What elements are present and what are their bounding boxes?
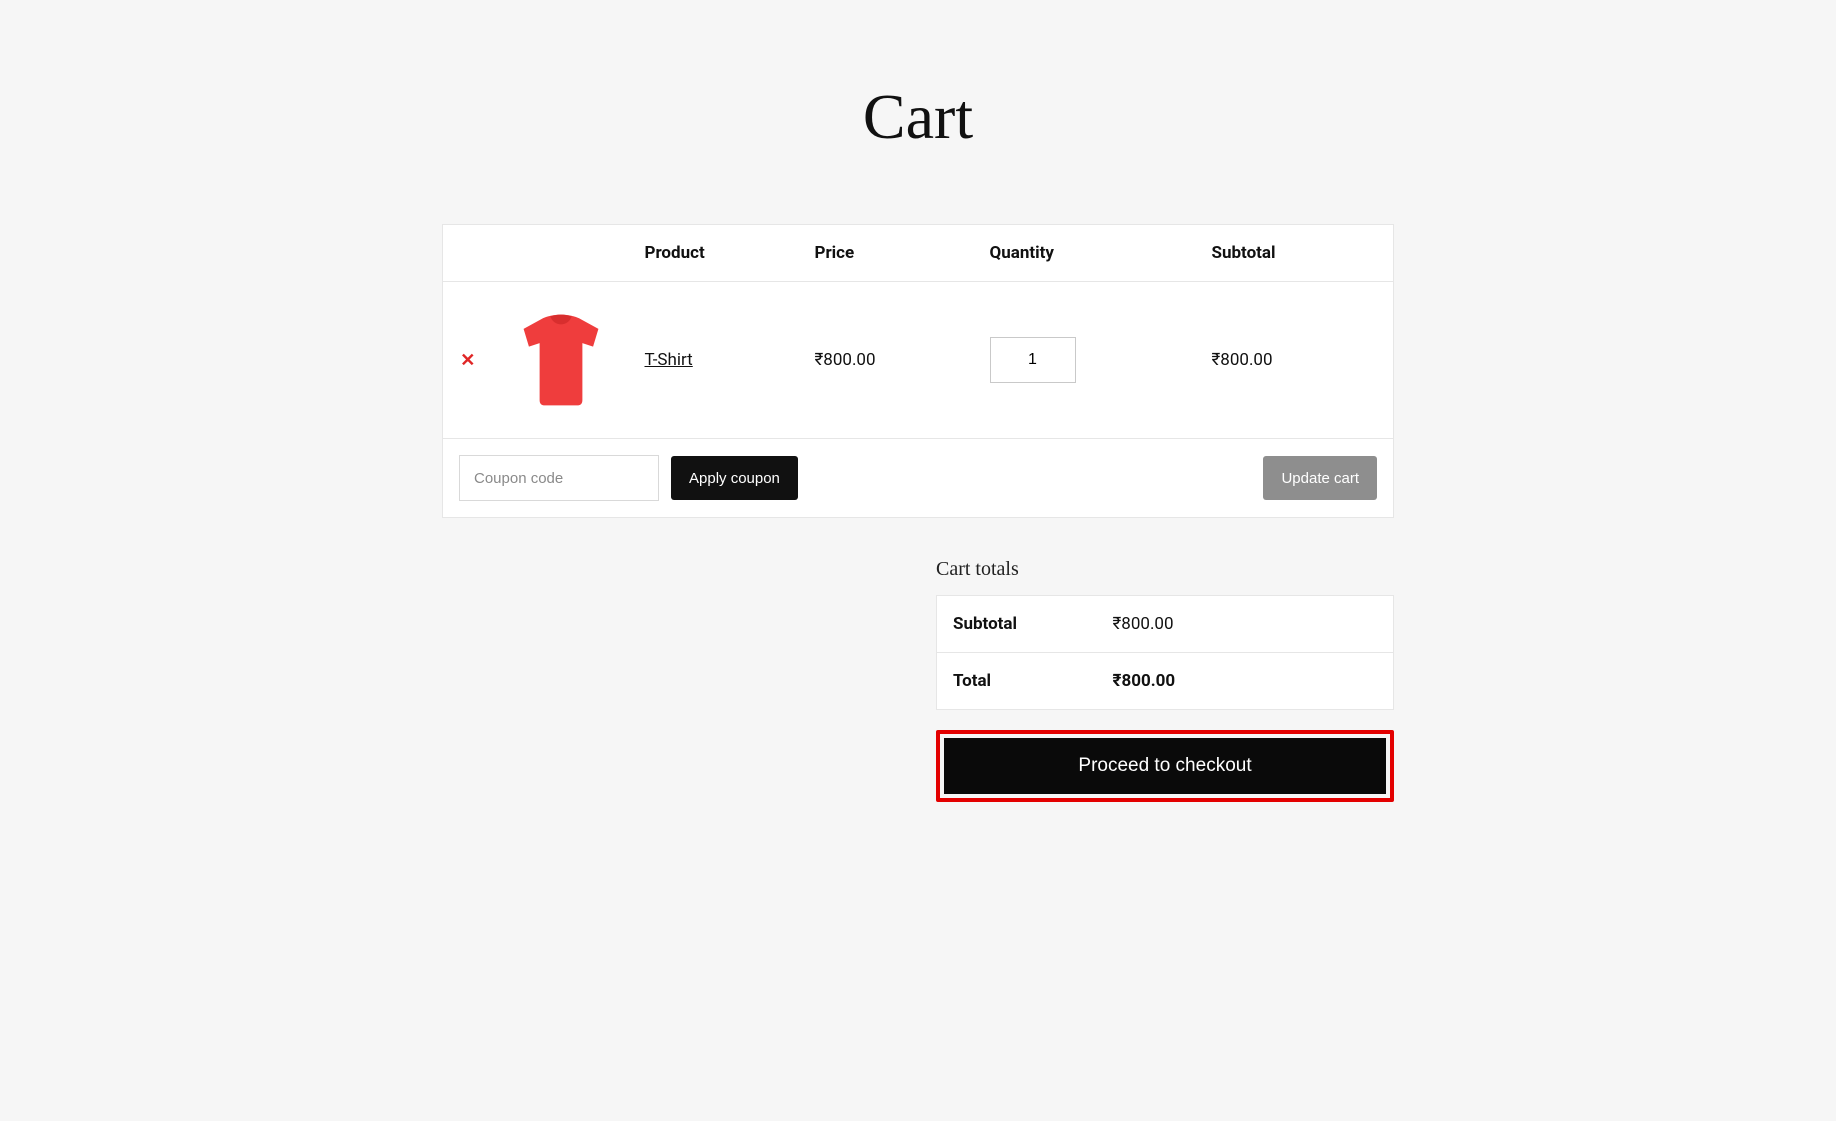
update-cart-button[interactable]: Update cart xyxy=(1263,456,1377,500)
quantity-input[interactable] xyxy=(990,337,1076,383)
total-value: ₹800.00 xyxy=(1097,653,1394,710)
subtotal-value: ₹800.00 xyxy=(1097,596,1394,653)
row-subtotal: ₹800.00 xyxy=(1200,282,1394,439)
col-thumb-header xyxy=(493,225,633,282)
apply-coupon-button[interactable]: Apply coupon xyxy=(671,456,798,500)
coupon-input[interactable] xyxy=(459,455,659,501)
col-product-header: Product xyxy=(633,225,803,282)
col-remove-header xyxy=(443,225,493,282)
subtotal-label: Subtotal xyxy=(937,596,1097,653)
subtotal-row: Subtotal ₹800.00 xyxy=(937,596,1394,653)
cart-totals-title: Cart totals xyxy=(936,558,1394,581)
col-qty-header: Quantity xyxy=(978,225,1200,282)
cart-table: Product Price Quantity Subtotal ✕ xyxy=(442,224,1394,518)
checkout-highlight: Proceed to checkout xyxy=(936,730,1394,802)
col-price-header: Price xyxy=(803,225,978,282)
table-row: ✕ T-Shirt ₹800.00 ₹800 xyxy=(443,282,1394,439)
cart-totals: Cart totals Subtotal ₹800.00 Total ₹800.… xyxy=(936,558,1394,802)
row-price: ₹800.00 xyxy=(803,282,978,439)
product-thumbnail[interactable] xyxy=(505,304,617,416)
col-subtotal-header: Subtotal xyxy=(1200,225,1394,282)
total-row: Total ₹800.00 xyxy=(937,653,1394,710)
actions-row: Apply coupon Update cart xyxy=(443,439,1394,518)
proceed-to-checkout-button[interactable]: Proceed to checkout xyxy=(944,738,1386,794)
totals-table: Subtotal ₹800.00 Total ₹800.00 xyxy=(936,595,1394,710)
total-label: Total xyxy=(937,653,1097,710)
page-title: Cart xyxy=(442,80,1394,154)
remove-item-icon[interactable]: ✕ xyxy=(455,350,481,371)
cart-page: Cart Product Price Quantity Subtotal ✕ xyxy=(442,0,1394,802)
product-link[interactable]: T-Shirt xyxy=(645,350,693,370)
tshirt-icon xyxy=(516,311,606,409)
